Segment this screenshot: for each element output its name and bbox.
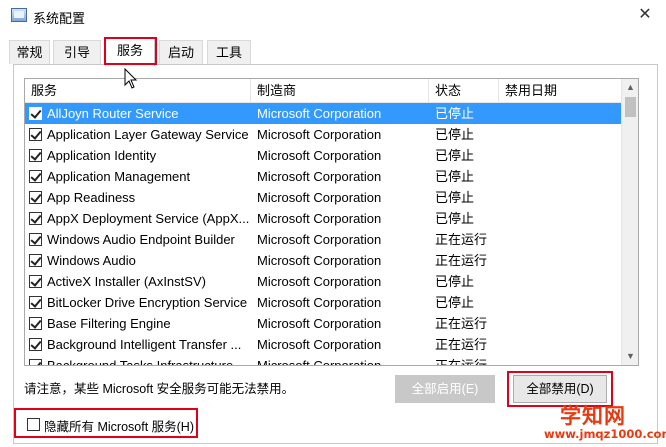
status-cell: 已停止	[435, 148, 475, 163]
table-row[interactable]: BitLocker Drive Encryption Service Micros…	[25, 292, 621, 313]
service-checkbox[interactable]	[29, 233, 42, 246]
status-cell: 已停止	[435, 190, 475, 205]
hide-microsoft-services-label[interactable]: 隐藏所有 Microsoft 服务(H)	[44, 416, 194, 435]
warning-note: 请注意，某些 Microsoft 安全服务可能无法禁用。	[24, 382, 295, 396]
mouse-cursor-icon	[124, 68, 138, 89]
table-row[interactable]: ActiveX Installer (AxInstSV) Microsoft Co…	[25, 271, 621, 292]
service-checkbox[interactable]	[29, 275, 42, 288]
status-cell: 已停止	[435, 169, 475, 184]
status-cell: 已停止	[435, 295, 475, 310]
manufacturer-cell: Microsoft Corporation	[257, 148, 382, 163]
service-name-cell: Application Layer Gateway Service	[47, 127, 249, 142]
column-header-disabled-date[interactable]: 禁用日期	[499, 79, 621, 103]
watermark-logo: 学知网 www.jmqz1000.com	[536, 400, 666, 446]
scroll-up-icon[interactable]: ▲	[622, 79, 638, 96]
tab-general[interactable]: 常规	[9, 40, 50, 64]
manufacturer-cell: Microsoft Corporation	[257, 190, 382, 205]
status-cell: 已停止	[435, 106, 475, 121]
service-name-cell: Base Filtering Engine	[47, 316, 171, 331]
table-row[interactable]: Base Filtering Engine Microsoft Corporati…	[25, 313, 621, 334]
table-row[interactable]: Application Identity Microsoft Corporatio…	[25, 145, 621, 166]
vertical-scrollbar[interactable]: ▲ ▼	[621, 79, 638, 365]
status-cell: 已停止	[435, 211, 475, 226]
table-row[interactable]: Background Tasks Infrastructure ... Micro…	[25, 355, 621, 366]
manufacturer-cell: Microsoft Corporation	[257, 127, 382, 142]
table-row[interactable]: AllJoyn Router Service Microsoft Corporat…	[25, 103, 621, 124]
service-name-cell: App Readiness	[47, 190, 136, 205]
window-title: 系统配置	[33, 11, 86, 26]
status-cell: 正在运行	[435, 337, 488, 352]
table-row[interactable]: AppX Deployment Service (AppX... Microsof…	[25, 208, 621, 229]
service-name-cell: AllJoyn Router Service	[47, 106, 179, 121]
scroll-thumb[interactable]	[625, 97, 636, 117]
table-row[interactable]: Application Management Microsoft Corporat…	[25, 166, 621, 187]
manufacturer-cell: Microsoft Corporation	[257, 337, 382, 352]
service-checkbox[interactable]	[29, 149, 42, 162]
service-checkbox[interactable]	[29, 212, 42, 225]
services-list[interactable]: 服务 制造商 状态 禁用日期 AllJoyn Router Service Mic…	[24, 78, 639, 366]
tab-startup[interactable]: 启动	[159, 40, 203, 64]
list-header: 服务 制造商 状态 禁用日期	[25, 79, 621, 103]
system-config-icon	[11, 8, 27, 22]
column-header-service[interactable]: 服务	[25, 79, 251, 103]
tab-tools[interactable]: 工具	[207, 40, 251, 64]
manufacturer-cell: Microsoft Corporation	[257, 106, 382, 121]
service-checkbox[interactable]	[29, 254, 42, 267]
watermark-url: www.jmqz1000.com	[544, 427, 666, 441]
watermark-title: 学知网	[560, 404, 626, 428]
enable-all-button[interactable]: 全部启用(E)	[395, 375, 495, 403]
manufacturer-cell: Microsoft Corporation	[257, 295, 382, 310]
status-cell: 正在运行	[435, 358, 488, 366]
status-cell: 已停止	[435, 274, 475, 289]
table-row[interactable]: Windows Audio Endpoint Builder Microsoft …	[25, 229, 621, 250]
service-name-cell: Background Intelligent Transfer ...	[47, 337, 242, 352]
service-checkbox[interactable]	[29, 128, 42, 141]
scroll-down-icon[interactable]: ▼	[622, 348, 638, 365]
table-row[interactable]: Windows Audio Microsoft Corporation 正在运行	[25, 250, 621, 271]
service-checkbox[interactable]	[29, 191, 42, 204]
service-checkbox[interactable]	[29, 338, 42, 351]
hide-microsoft-services-checkbox[interactable]	[27, 418, 40, 431]
service-name-cell: Windows Audio Endpoint Builder	[47, 232, 235, 247]
service-name-cell: BitLocker Drive Encryption Service	[47, 295, 248, 310]
service-checkbox[interactable]	[29, 170, 42, 183]
tab-services[interactable]: 服务	[105, 38, 155, 66]
table-row[interactable]: App Readiness Microsoft Corporation 已停止	[25, 187, 621, 208]
tab-boot[interactable]: 引导	[53, 40, 101, 64]
hide-microsoft-services-box: 隐藏所有 Microsoft 服务(H)	[14, 408, 198, 438]
service-name-cell: Windows Audio	[47, 253, 136, 268]
manufacturer-cell: Microsoft Corporation	[257, 316, 382, 331]
status-cell: 正在运行	[435, 232, 488, 247]
manufacturer-cell: Microsoft Corporation	[257, 253, 382, 268]
manufacturer-cell: Microsoft Corporation	[257, 232, 382, 247]
service-checkbox[interactable]	[29, 296, 42, 309]
column-header-status[interactable]: 状态	[429, 79, 499, 103]
service-name-cell: Application Management	[47, 169, 191, 184]
service-checkbox[interactable]	[29, 107, 42, 120]
service-name-cell: AppX Deployment Service (AppX...	[47, 211, 250, 226]
manufacturer-cell: Microsoft Corporation	[257, 169, 382, 184]
status-cell: 正在运行	[435, 316, 488, 331]
status-cell: 已停止	[435, 127, 475, 142]
table-row[interactable]: Background Intelligent Transfer ... Micro…	[25, 334, 621, 355]
column-header-manufacturer[interactable]: 制造商	[251, 79, 429, 103]
status-cell: 正在运行	[435, 253, 488, 268]
title-bar: 系统配置 ✕	[0, 0, 666, 32]
table-row[interactable]: Application Layer Gateway Service Microso…	[25, 124, 621, 145]
disable-all-button[interactable]: 全部禁用(D)	[513, 375, 607, 403]
service-checkbox[interactable]	[29, 359, 42, 365]
service-name-cell: Application Identity	[47, 148, 157, 163]
service-name-cell: ActiveX Installer (AxInstSV)	[47, 274, 206, 289]
manufacturer-cell: Microsoft Corporation	[257, 274, 382, 289]
manufacturer-cell: Microsoft Corporation	[257, 358, 382, 366]
close-button[interactable]: ✕	[628, 1, 662, 29]
service-checkbox[interactable]	[29, 317, 42, 330]
service-name-cell: Background Tasks Infrastructure ...	[47, 358, 248, 366]
manufacturer-cell: Microsoft Corporation	[257, 211, 382, 226]
